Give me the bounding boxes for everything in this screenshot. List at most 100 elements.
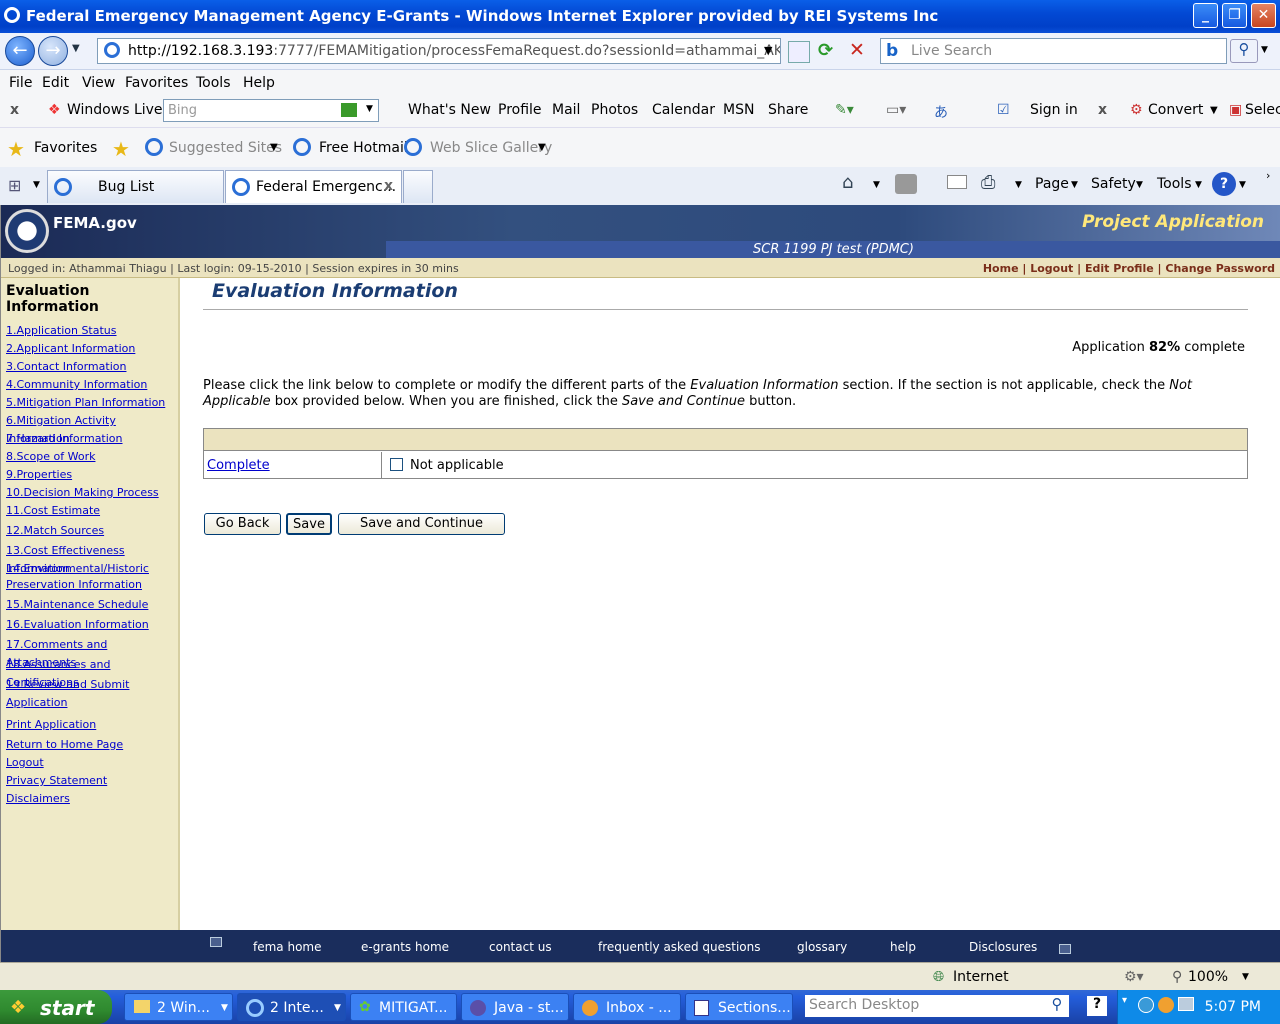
tray-options-icon[interactable]: ▾ [1122,995,1127,1006]
history-dropdown-icon[interactable]: ▼ [72,43,80,54]
bing-dropdown-icon[interactable]: ▼ [366,104,373,114]
task-mitigat[interactable]: ✿ MITIGAT... [350,993,457,1021]
sidebar-step-15[interactable]: 15.Maintenance Schedule [6,596,148,614]
page-menu[interactable]: Page [1035,176,1069,192]
footer-egrants-home[interactable]: e-grants home [361,940,449,954]
sidebar-step-3[interactable]: 3.Contact Information [6,358,126,376]
zoom-level[interactable]: 100% [1188,969,1228,985]
share-link[interactable]: Share [768,102,808,118]
close-toolbar2-icon[interactable]: x [1098,102,1107,118]
stop-icon[interactable]: ✕ [849,39,865,61]
convert-dropdown-icon[interactable]: ▼ [1210,105,1218,116]
bing-search-icon[interactable] [341,103,357,117]
help-icon[interactable]: ? [1212,172,1236,196]
close-tab-icon[interactable]: x [384,178,393,194]
menu-help[interactable]: Help [243,75,275,91]
web-slice-gallery-link[interactable]: Web Slice Gallery [430,140,552,156]
sidebar-step-2[interactable]: 2.Applicant Information [6,340,135,358]
msn-link[interactable]: MSN [723,102,754,118]
disclaimers-link[interactable]: Disclaimers [6,790,70,808]
suggested-dropdown-icon[interactable]: ▼ [270,142,278,153]
sidebar-step-4[interactable]: 4.Community Information [6,376,147,394]
spaces-icon[interactable]: ▭▾ [886,102,906,118]
sidebar-step-10[interactable]: 10.Decision Making Process [6,484,159,502]
share-tool-icon[interactable]: ✎▾ [835,102,854,118]
tray-outlook-icon[interactable] [1158,997,1174,1013]
select-button[interactable]: Selec [1245,102,1280,118]
suggested-sites-link[interactable]: Suggested Sites [169,140,282,156]
sidebar-step-12[interactable]: 12.Match Sources [6,522,104,540]
whats-new-link[interactable]: What's New [408,102,491,118]
close-toolbar-icon[interactable]: x [10,102,19,118]
sidebar-step-8[interactable]: 8.Scope of Work [6,448,95,466]
sidebar-step-19[interactable]: 19.Review and Submit Application [6,676,178,712]
task-inbox[interactable]: Inbox - ... [573,993,681,1021]
tools-menu[interactable]: Tools [1157,176,1192,192]
menu-edit[interactable]: Edit [42,75,69,91]
compatibility-icon[interactable] [788,41,810,63]
go-back-button[interactable]: Go Back [204,513,281,535]
refresh-icon[interactable]: ⟳ [818,40,833,61]
protected-mode-icon[interactable]: ⚙▾ [1124,969,1144,985]
maximize-button[interactable]: ❐ [1222,3,1247,28]
chevron-right-icon[interactable]: › [1266,169,1270,182]
sidebar-step-5[interactable]: 5.Mitigation Plan Information [6,394,165,412]
task-java[interactable]: Java - st... [461,993,569,1021]
back-arrow-icon[interactable]: ← [5,36,35,66]
print-icon[interactable]: ⎙ [981,172,995,193]
privacy-statement-link[interactable]: Privacy Statement [6,772,107,790]
network-icon[interactable] [1178,997,1194,1011]
footer-fema-home[interactable]: fema home [253,940,321,954]
print-application-link[interactable]: Print Application [6,716,96,734]
forward-arrow-icon[interactable]: → [38,36,68,66]
add-favorite-icon[interactable]: ★ [112,137,130,161]
start-button[interactable]: ❖ start [0,990,112,1024]
change-password-link[interactable]: Change Password [1165,262,1275,275]
footer-glossary[interactable]: glossary [797,940,847,954]
sign-in-button[interactable]: Sign in [1030,102,1078,118]
favorites-button[interactable]: Favorites [34,140,97,156]
safety-menu[interactable]: Safety [1091,176,1136,192]
desktop-search-icon[interactable]: ⚲ [1045,995,1069,1017]
not-applicable-checkbox[interactable] [390,458,403,471]
zoom-dropdown-icon[interactable]: ▼ [1242,972,1249,982]
sidebar-step-1[interactable]: 1.Application Status [6,322,117,340]
tab-bug-list[interactable]: Bug List [47,170,224,203]
footer-disclosures[interactable]: Disclosures [969,940,1037,954]
page-dropdown-icon[interactable]: ▼ [1071,180,1078,190]
menu-file[interactable]: File [9,75,32,91]
home-icon[interactable]: ⌂ [842,172,853,193]
save-button[interactable]: Save [286,513,332,535]
tab-list-icon[interactable]: ▼ [33,180,40,190]
convert-button[interactable]: Convert [1148,102,1203,118]
sidebar-step-9[interactable]: 9.Properties [6,466,72,484]
safety-dropdown-icon[interactable]: ▼ [1136,180,1143,190]
footer-help[interactable]: help [890,940,916,954]
address-input[interactable]: http://192.168.3.193:7777/FEMAMitigation… [97,38,781,64]
tab-federal-emergency[interactable]: Federal Emergenc... x [225,170,402,203]
sidebar-logout-link[interactable]: Logout [6,754,44,772]
help-dropdown-icon[interactable]: ▼ [1239,180,1246,190]
profile-link[interactable]: Profile [498,102,542,118]
return-home-link[interactable]: Return to Home Page [6,736,123,754]
search-icon[interactable]: ⚲ [1230,39,1258,63]
quick-tabs-icon[interactable]: ⊞ [8,176,21,195]
menu-tools[interactable]: Tools [196,75,231,91]
windows-live-button[interactable]: Windows Live [67,102,163,118]
mail-link[interactable]: Mail [552,102,580,118]
help-tray-icon[interactable]: ? [1087,996,1107,1016]
sidebar-step-11[interactable]: 11.Cost Estimate [6,502,100,520]
live-search-input[interactable]: b Live Search [880,38,1227,64]
sidebar-step-7[interactable]: 7.Hazard Information [6,430,123,448]
calendar-link[interactable]: Calendar [652,102,715,118]
sidebar-step-14-cont[interactable]: Preservation Information [6,576,142,594]
sidebar-step-16[interactable]: 16.Evaluation Information [6,616,149,634]
close-button[interactable]: ✕ [1251,3,1276,28]
home-link[interactable]: Home [983,262,1019,275]
photos-link[interactable]: Photos [591,102,638,118]
web-slice-dropdown-icon[interactable]: ▼ [538,142,546,153]
address-dropdown-icon[interactable]: ▼ [764,44,772,57]
home-dropdown-icon[interactable]: ▼ [873,180,880,190]
read-mail-icon[interactable] [947,175,967,189]
save-and-continue-button[interactable]: Save and Continue [338,513,505,535]
